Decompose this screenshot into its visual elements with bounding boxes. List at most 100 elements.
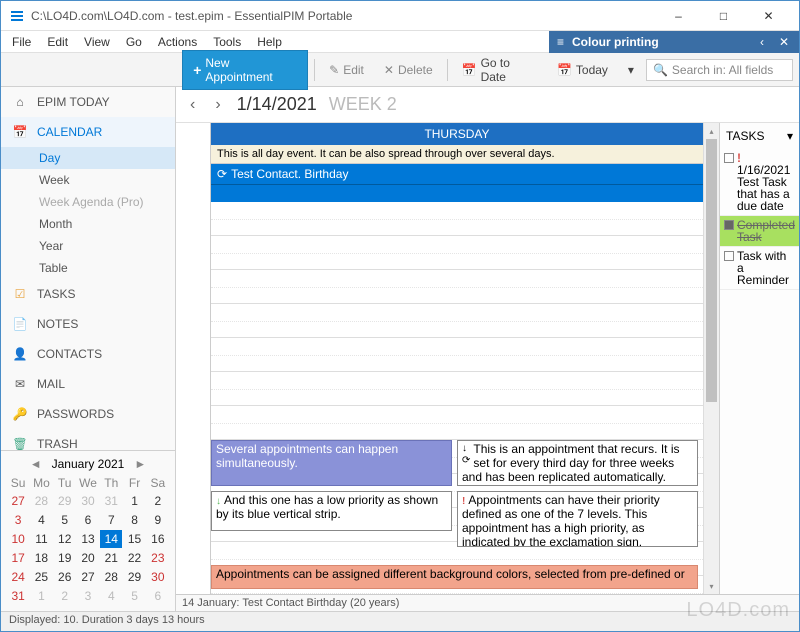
scroll-down-button[interactable]: ▾ — [704, 578, 719, 594]
minical-day[interactable]: 30 — [147, 568, 169, 586]
appointment[interactable]: ↓⟳This is an appointment that recurs. It… — [457, 440, 698, 486]
minical-day[interactable]: 6 — [77, 511, 99, 529]
nav-contacts[interactable]: 👤CONTACTS — [1, 339, 175, 369]
task-item[interactable]: Task with a Reminder — [720, 247, 799, 290]
minical-prev-button[interactable]: ◄ — [26, 457, 46, 471]
vertical-scrollbar[interactable]: ▴ ▾ — [703, 123, 719, 594]
minical-day[interactable]: 4 — [100, 587, 122, 605]
minical-day[interactable]: 19 — [54, 549, 76, 567]
minical-day[interactable]: 26 — [54, 568, 76, 586]
hour-row[interactable] — [211, 406, 703, 440]
minical-day[interactable]: 8 — [123, 511, 145, 529]
filter-button[interactable]: ▾ — [620, 59, 642, 81]
allday-event-1[interactable]: This is all day event. It can be also sp… — [211, 145, 703, 164]
minical-day[interactable]: 14 — [100, 530, 122, 548]
minical-day[interactable]: 7 — [100, 511, 122, 529]
menu-file[interactable]: File — [5, 33, 38, 51]
minical-day[interactable]: 31 — [100, 492, 122, 510]
minical-day[interactable]: 24 — [7, 568, 29, 586]
minical-day[interactable]: 9 — [147, 511, 169, 529]
new-appointment-button[interactable]: + New Appointment — [182, 50, 308, 90]
checkbox[interactable] — [724, 220, 734, 230]
banner-prev-icon[interactable]: ‹ — [755, 35, 769, 49]
minical-day[interactable]: 15 — [123, 530, 145, 548]
hour-row[interactable] — [211, 338, 703, 372]
minical-day[interactable]: 10 — [7, 530, 29, 548]
next-day-button[interactable]: › — [211, 96, 224, 114]
minical-day[interactable]: 1 — [30, 587, 52, 605]
appointment[interactable]: And this one has a low priority as shown… — [211, 491, 452, 531]
nav-trash[interactable]: 🗑TRASH — [1, 429, 175, 450]
appointment[interactable]: Several appointments can happen simultan… — [211, 440, 452, 486]
banner-close-icon[interactable]: ✕ — [777, 35, 791, 49]
minical-month-label[interactable]: January 2021 — [52, 457, 125, 471]
task-item[interactable]: ! 1/16/2021 Test Task that has a due dat… — [720, 149, 799, 216]
nav-mail[interactable]: ✉MAIL — [1, 369, 175, 399]
checkbox[interactable] — [724, 251, 734, 261]
minical-day[interactable]: 25 — [30, 568, 52, 586]
minical-day[interactable]: 3 — [7, 511, 29, 529]
hour-row[interactable] — [211, 304, 703, 338]
nav-calendar-month[interactable]: Month — [1, 213, 175, 235]
tasks-header[interactable]: TASKS ▾ — [720, 123, 799, 149]
minical-day[interactable]: 31 — [7, 587, 29, 605]
minical-day[interactable]: 28 — [100, 568, 122, 586]
minical-day[interactable]: 11 — [30, 530, 52, 548]
minical-day[interactable]: 18 — [30, 549, 52, 567]
menu-tools[interactable]: Tools — [206, 33, 248, 51]
minical-day[interactable]: 13 — [77, 530, 99, 548]
minical-day[interactable]: 22 — [123, 549, 145, 567]
minical-day[interactable]: 27 — [77, 568, 99, 586]
minical-day[interactable]: 27 — [7, 492, 29, 510]
nav-calendar-year[interactable]: Year — [1, 235, 175, 257]
edit-button[interactable]: ✎ Edit — [321, 59, 372, 81]
scroll-thumb[interactable] — [706, 139, 717, 402]
nav-epim-today[interactable]: ⌂EPIM TODAY — [1, 87, 175, 117]
minical-day[interactable]: 5 — [123, 587, 145, 605]
minical-day[interactable]: 3 — [77, 587, 99, 605]
menu-help[interactable]: Help — [250, 33, 289, 51]
minical-day[interactable]: 1 — [123, 492, 145, 510]
minical-day[interactable]: 6 — [147, 587, 169, 605]
minical-day[interactable]: 2 — [147, 492, 169, 510]
minical-day[interactable]: 21 — [100, 549, 122, 567]
minical-day[interactable]: 12 — [54, 530, 76, 548]
hour-row[interactable] — [211, 236, 703, 270]
minical-day[interactable]: 17 — [7, 549, 29, 567]
nav-calendar-table[interactable]: Table — [1, 257, 175, 279]
allday-event-2[interactable]: ⟳ Test Contact. Birthday — [211, 164, 703, 185]
nav-calendar[interactable]: 📅CALENDAR — [1, 117, 175, 147]
delete-button[interactable]: ✕ Delete — [376, 59, 441, 81]
search-input[interactable]: 🔍 Search in: All fields — [646, 59, 793, 81]
minical-day[interactable]: 30 — [77, 492, 99, 510]
hour-row[interactable] — [211, 202, 703, 236]
minical-day[interactable]: 2 — [54, 587, 76, 605]
maximize-button[interactable]: □ — [701, 1, 746, 30]
today-button[interactable]: 📅 Today — [549, 59, 616, 81]
appointment[interactable]: Appointments can be assigned different b… — [211, 565, 698, 589]
minical-day[interactable]: 16 — [147, 530, 169, 548]
hour-row[interactable] — [211, 372, 703, 406]
hour-row[interactable] — [211, 270, 703, 304]
menu-view[interactable]: View — [77, 33, 117, 51]
minical-day[interactable]: 29 — [54, 492, 76, 510]
appointment[interactable]: Appointments can have their priority def… — [457, 491, 698, 547]
close-button[interactable]: ✕ — [746, 1, 791, 30]
goto-date-button[interactable]: 📅 Go to Date — [454, 52, 545, 88]
minical-next-button[interactable]: ► — [130, 457, 150, 471]
minical-day[interactable]: 28 — [30, 492, 52, 510]
menu-actions[interactable]: Actions — [151, 33, 204, 51]
nav-notes[interactable]: 📄NOTES — [1, 309, 175, 339]
minical-day[interactable]: 20 — [77, 549, 99, 567]
nav-calendar-day[interactable]: Day — [1, 147, 175, 169]
time-grid[interactable]: Several appointments can happen simultan… — [211, 185, 703, 594]
checkbox[interactable] — [724, 153, 734, 163]
nav-calendar-week[interactable]: Week — [1, 169, 175, 191]
scroll-up-button[interactable]: ▴ — [704, 123, 719, 139]
nav-tasks[interactable]: ☑TASKS — [1, 279, 175, 309]
minical-day[interactable]: 5 — [54, 511, 76, 529]
minical-day[interactable]: 23 — [147, 549, 169, 567]
minimize-button[interactable]: – — [656, 1, 701, 30]
task-item[interactable]: Completed Task — [720, 216, 799, 247]
prev-day-button[interactable]: ‹ — [186, 96, 199, 114]
